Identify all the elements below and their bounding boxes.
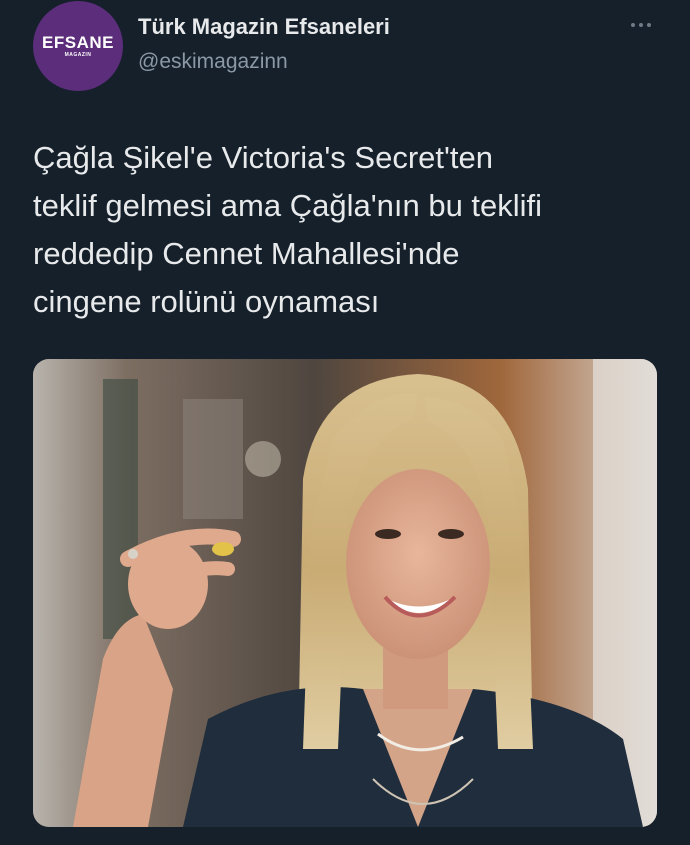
tweet: EFSANE MAGAZIN Türk Magazin Efsaneleri @…	[0, 0, 690, 845]
tweet-text: Çağla Şikel'e Victoria's Secret'ten tekl…	[33, 140, 543, 319]
more-dot	[647, 23, 651, 27]
more-dot	[639, 23, 643, 27]
display-name[interactable]: Türk Magazin Efsaneleri	[138, 14, 390, 40]
tweet-photo[interactable]	[33, 359, 657, 827]
photo-illustration	[33, 359, 657, 827]
more-options-button[interactable]	[626, 14, 656, 36]
more-horizontal-icon	[631, 23, 635, 27]
avatar-subtext: MAGAZIN	[64, 52, 92, 58]
avatar-logo: EFSANE	[42, 33, 114, 52]
avatar[interactable]: EFSANE MAGAZIN	[33, 1, 123, 91]
user-handle[interactable]: @eskimagazinn	[138, 50, 288, 74]
